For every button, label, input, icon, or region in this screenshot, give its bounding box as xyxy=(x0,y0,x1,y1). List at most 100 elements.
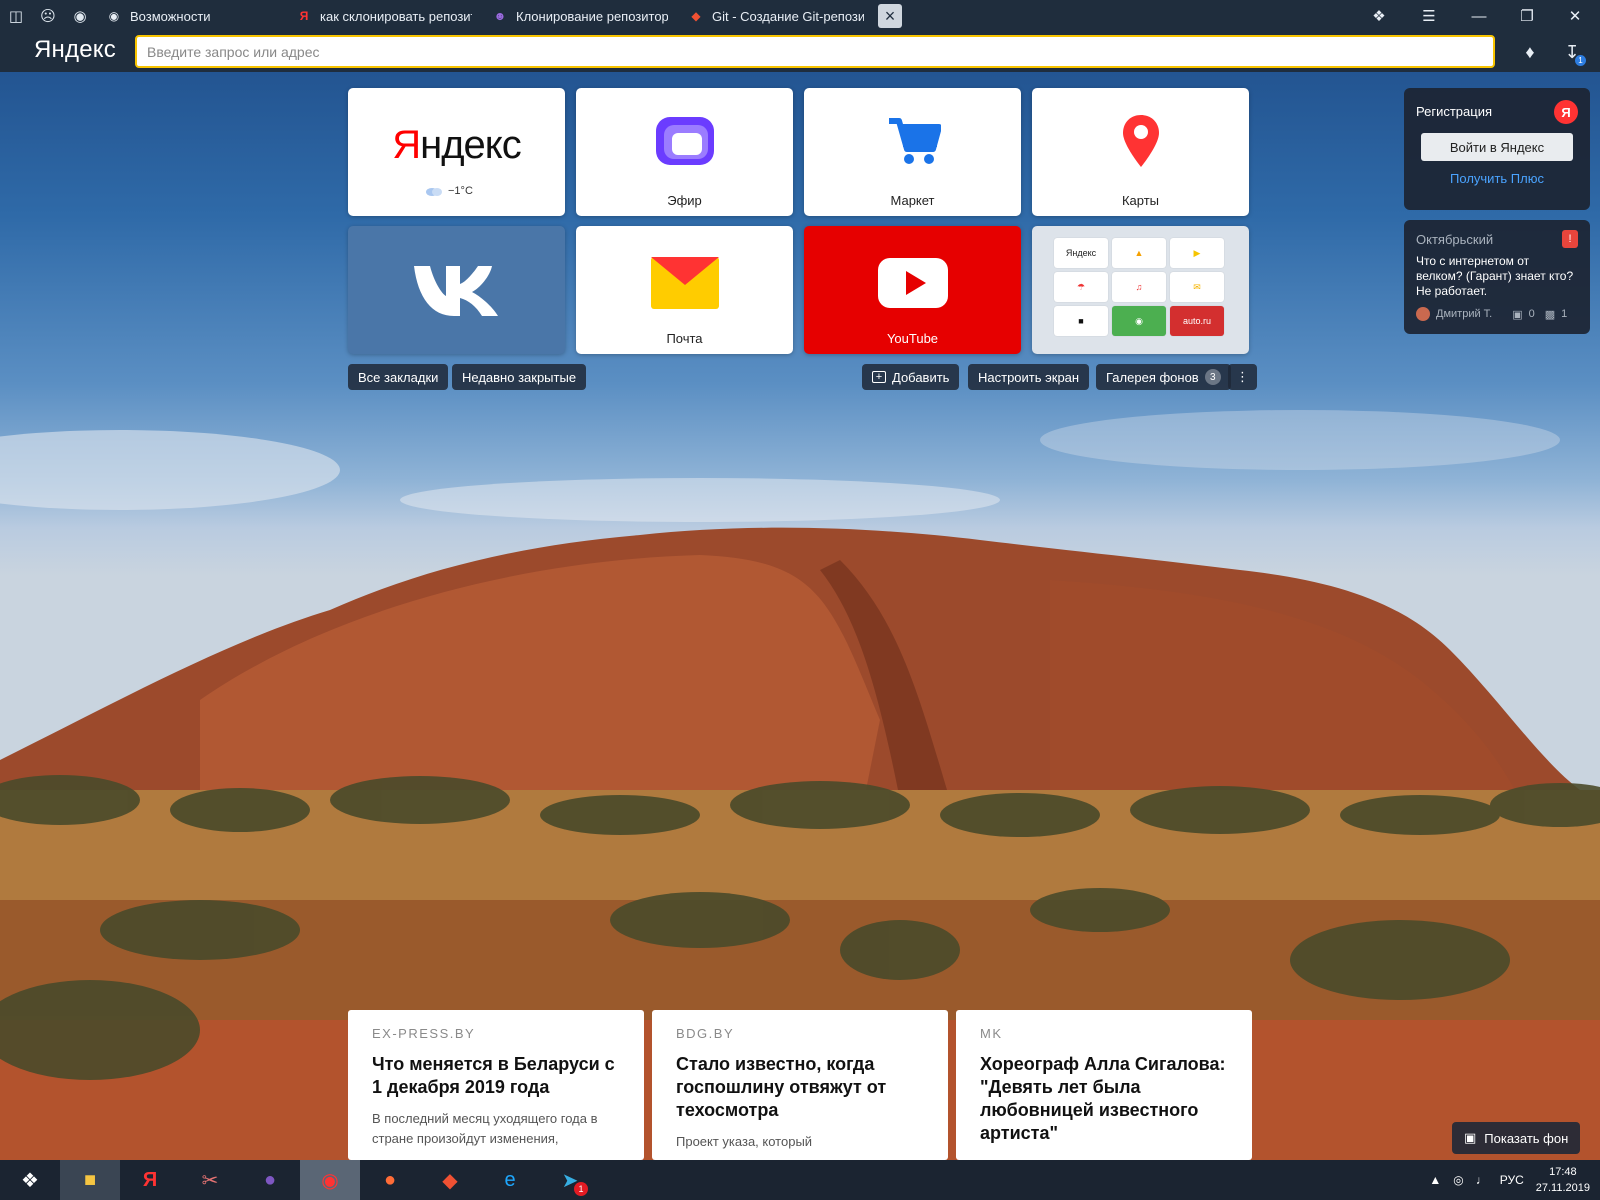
protect-icon[interactable]: ♦ xyxy=(1514,36,1546,68)
file-explorer-icon[interactable]: ■ xyxy=(60,1160,120,1200)
git-icon: ◆ xyxy=(691,9,701,23)
efir-icon xyxy=(655,117,714,165)
postman-icon[interactable]: ● xyxy=(360,1160,420,1200)
show-background-button[interactable]: ▣ Показать фон xyxy=(1452,1122,1581,1154)
github-icon[interactable]: ◉ xyxy=(64,0,96,32)
snipping-tool-icon[interactable]: ✂ xyxy=(180,1160,240,1200)
git-gui-icon[interactable]: ◆ xyxy=(420,1160,480,1200)
mini-tile-images: ▲ xyxy=(1112,238,1166,268)
get-plus-link[interactable]: Получить Плюс xyxy=(1404,171,1590,186)
add-button[interactable]: + Добавить xyxy=(862,364,960,390)
all-bookmarks-label: Все закладки xyxy=(358,369,439,385)
tile-folder[interactable]: Яндекс ▲ ▶ ☂ ♫ ✉ ■ ◉ auto.ru xyxy=(1032,226,1249,354)
mini-tile-umbrella: ☂ xyxy=(1054,272,1108,302)
tile-label: Карты xyxy=(1121,193,1160,208)
github-icon: ◉ xyxy=(108,9,120,23)
image-icon: ▣ xyxy=(1464,1130,1477,1145)
menu-icon[interactable]: ☰ xyxy=(1406,0,1452,32)
show-background-label: Показать фон xyxy=(1484,1130,1569,1146)
volume-muted-icon[interactable]: ♩ xyxy=(1476,1173,1488,1187)
avatar xyxy=(1416,307,1430,321)
comment-count: 1 xyxy=(1561,308,1568,320)
tab-git[interactable]: ◆ Git - Создание Git-репозит xyxy=(678,0,874,32)
news-headline: Хореограф Алла Сигалова: "Девять лет был… xyxy=(980,1054,1226,1143)
restore-icon[interactable]: ❐ xyxy=(1504,0,1550,32)
minimize-icon[interactable]: — xyxy=(1456,0,1502,32)
news-card[interactable]: MK Хореограф Алла Сигалова: "Девять лет … xyxy=(956,1010,1252,1160)
yandex-app-icon[interactable]: Я xyxy=(120,1160,180,1200)
tile-maps[interactable]: Карты xyxy=(1032,88,1249,216)
sidebar-toggle-icon[interactable]: ◫ xyxy=(0,0,32,32)
downloads-icon[interactable]: ↧ 1 xyxy=(1556,36,1588,68)
cloud-icon xyxy=(426,188,442,196)
news-card[interactable]: BDG.BY Стало известно, когда госпошлину … xyxy=(652,1010,948,1160)
telegram-icon[interactable]: ➤ 1 xyxy=(540,1160,600,1200)
bookmarks-icon[interactable]: ❖ xyxy=(1356,0,1402,32)
gallery-button[interactable]: Галерея фонов 3 xyxy=(1096,364,1231,390)
yandex-browser-icon[interactable]: ◉ xyxy=(300,1160,360,1200)
author-name: Дмитрий Т. xyxy=(1436,308,1493,320)
mini-tile-mail: ✉ xyxy=(1170,272,1224,302)
account-panel: Регистрация Я Войти в Яндекс Получить Пл… xyxy=(1404,88,1590,210)
gallery-label: Галерея фонов xyxy=(1106,369,1199,385)
photo-count: 0 xyxy=(1528,308,1535,320)
tab-devcats[interactable]: ☻ Клонирование репозитор xyxy=(482,0,678,32)
yandex-icon: Я xyxy=(299,9,309,23)
tab-github[interactable]: ◉ Возможности xyxy=(96,0,286,32)
tile-youtube[interactable]: YouTube xyxy=(804,226,1021,354)
all-bookmarks-button[interactable]: Все закладки xyxy=(348,364,449,390)
eclipse-icon[interactable]: ● xyxy=(240,1160,300,1200)
district-panel[interactable]: Октябрьский ! Что с интернетом от велком… xyxy=(1404,220,1590,334)
language-indicator[interactable]: РУС xyxy=(1500,1173,1524,1187)
weather-temp: −1°C xyxy=(448,185,473,197)
internet-explorer-icon[interactable]: e xyxy=(480,1160,540,1200)
tile-efir[interactable]: Эфир xyxy=(576,88,793,216)
system-tray: ▲ ◎ ♩ РУС 17:48 27.11.2019 xyxy=(1429,1160,1590,1200)
tab-title: Git - Создание Git-репозит xyxy=(712,8,864,24)
customize-screen-button[interactable]: Настроить экран xyxy=(968,364,1090,390)
yandex-icon: Я xyxy=(1554,100,1578,124)
mini-tile-autoru: auto.ru xyxy=(1170,306,1224,336)
tab-title: Клонирование репозитор xyxy=(516,8,668,24)
clock[interactable]: 17:48 27.11.2019 xyxy=(1536,1164,1590,1196)
telegram-badge: 1 xyxy=(574,1182,588,1196)
tile-yandex[interactable]: Яндекс −1°C xyxy=(348,88,565,216)
tile-label: YouTube xyxy=(886,331,939,346)
tile-market[interactable]: Маркет xyxy=(804,88,1021,216)
chevron-up-icon[interactable]: ▲ xyxy=(1429,1173,1441,1187)
recently-closed-button[interactable]: Недавно закрытые xyxy=(452,364,587,390)
devcats-icon: ☻ xyxy=(493,9,507,23)
tile-label: Почта xyxy=(666,331,703,346)
login-button[interactable]: Войти в Яндекс xyxy=(1421,133,1573,161)
photo-icon: ▣ xyxy=(1512,308,1523,321)
news-source: BDG.BY xyxy=(676,1026,735,1041)
yandex-logo[interactable]: Яндекс xyxy=(34,36,116,64)
close-window-icon[interactable]: ✕ xyxy=(1552,0,1598,32)
comment-icon: ▩ xyxy=(1544,308,1556,321)
add-label: Добавить xyxy=(892,369,950,385)
news-card[interactable]: EX-PRESS.BY Что меняется в Беларуси с 1 … xyxy=(348,1010,644,1160)
map-pin-icon xyxy=(1122,115,1159,167)
news-source: MK xyxy=(980,1026,1003,1041)
youtube-icon xyxy=(877,258,948,308)
tile-label: Эфир xyxy=(667,193,702,208)
district-title: Октябрьский xyxy=(1416,232,1494,247)
tab-bar: ◫ ☹ ◉ ◉ Возможности Я как склонировать р… xyxy=(0,0,1600,32)
more-options-button[interactable]: ⋮ xyxy=(1228,364,1257,390)
address-input[interactable] xyxy=(135,35,1495,68)
download-badge: 1 xyxy=(1575,55,1586,66)
tile-mail[interactable]: Почта xyxy=(576,226,793,354)
tile-vk[interactable] xyxy=(348,226,565,354)
mini-tile-video: ▶ xyxy=(1170,238,1224,268)
tab-yandex-search[interactable]: Я как склонировать репозит xyxy=(286,0,482,32)
network-icon[interactable]: ◎ xyxy=(1453,1173,1463,1187)
close-tab-icon[interactable]: × xyxy=(878,4,902,28)
mini-tile-music: ♫ xyxy=(1112,272,1166,302)
mini-tile-zen: ■ xyxy=(1054,306,1108,336)
clock-date: 27.11.2019 xyxy=(1535,1182,1590,1194)
space-invader-icon[interactable]: ☹ xyxy=(32,0,64,32)
add-icon: + xyxy=(872,371,886,383)
mini-tile-green: ◉ xyxy=(1112,306,1166,336)
tab-title: Возможности xyxy=(130,8,211,24)
windows-start-icon[interactable]: ❖ xyxy=(0,1160,60,1200)
